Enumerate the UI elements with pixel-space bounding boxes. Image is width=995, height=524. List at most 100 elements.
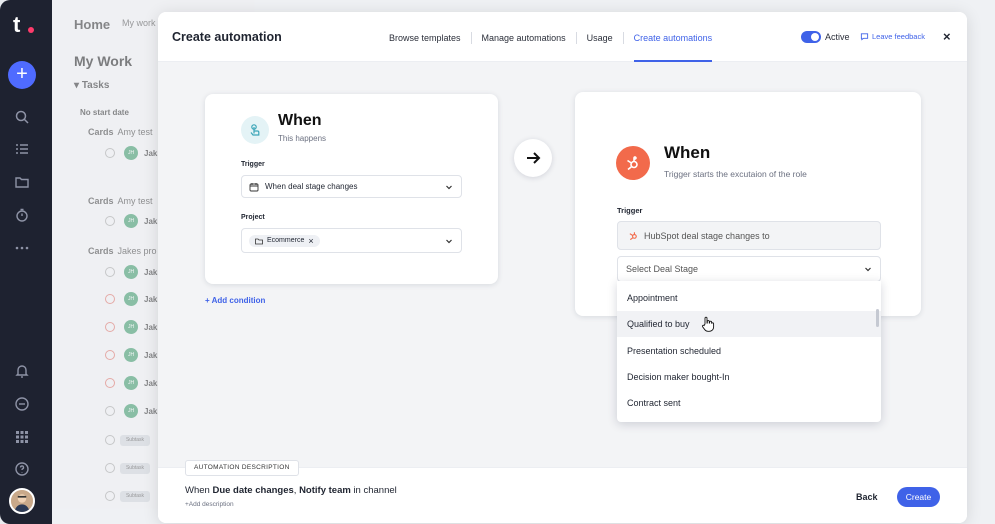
trigger-value: When deal stage changes	[265, 182, 358, 191]
modal-tabs: Browse templates Manage automations Usag…	[379, 32, 723, 62]
chat-icon[interactable]	[14, 396, 30, 412]
check-icon	[105, 463, 115, 473]
check-icon	[105, 406, 115, 416]
chevron-down-icon	[864, 265, 872, 273]
task-name: Jak	[144, 351, 158, 360]
avatar: JH	[124, 292, 138, 306]
folder-icon[interactable]	[14, 174, 30, 190]
left-rail: t +	[0, 0, 52, 524]
project-label: Project	[241, 214, 265, 221]
group-row: Cards Amy test	[88, 196, 153, 206]
task-name: Jak	[144, 407, 158, 416]
active-toggle[interactable]	[801, 31, 821, 43]
avatar: JH	[124, 146, 138, 160]
avatar: JH	[124, 265, 138, 279]
when-subtitle: This happens	[278, 134, 327, 143]
help-icon[interactable]	[14, 461, 30, 477]
trigger-label: Trigger	[241, 161, 265, 168]
group-row: Cards Jakes pro	[88, 246, 157, 256]
my-work-tab: My work	[122, 18, 156, 28]
avatar: JH	[124, 214, 138, 228]
check-icon	[105, 435, 115, 445]
add-button[interactable]: +	[8, 61, 36, 89]
task-name: Jak	[144, 379, 158, 388]
dropdown-option[interactable]: Contract sent	[617, 390, 881, 416]
project-select[interactable]: Ecommerce ×	[241, 228, 462, 253]
app-logo[interactable]: t	[13, 12, 34, 38]
tab-manage-automations[interactable]: Manage automations	[470, 32, 576, 44]
close-button[interactable]: ×	[943, 29, 951, 44]
dropdown-option[interactable]: Decision maker bought-In	[617, 364, 881, 390]
calendar-icon	[249, 182, 259, 191]
arrow-right-icon	[514, 139, 552, 177]
task-name: Jak	[144, 295, 158, 304]
dropdown-option[interactable]: Qualified to buy	[617, 311, 881, 337]
task-name: Jak	[144, 217, 158, 226]
tab-browse-templates[interactable]: Browse templates	[379, 32, 471, 44]
active-label: Active	[825, 32, 850, 42]
hubspot-icon	[629, 232, 637, 241]
no-start-date-label: No start date	[80, 108, 129, 117]
modal-header: Create automation Browse templates Manag…	[158, 12, 967, 62]
timer-icon[interactable]	[14, 207, 30, 223]
group-row: Cards Amy test	[88, 127, 153, 137]
dropdown-scrollbar[interactable]	[876, 309, 879, 327]
check-icon	[105, 216, 115, 226]
hubspot-when-subtitle: Trigger starts the excutaion of the role	[664, 169, 807, 179]
check-icon	[105, 491, 115, 501]
home-heading: Home	[74, 17, 111, 32]
list-icon[interactable]	[14, 141, 30, 157]
check-icon	[105, 350, 115, 360]
automation-description: When Due date changes, Notify team in ch…	[185, 485, 397, 496]
back-button[interactable]: Back	[856, 492, 878, 502]
hubspot-icon	[616, 146, 650, 180]
modal-footer: AUTOMATION DESCRIPTION When Due date cha…	[158, 460, 967, 523]
check-icon	[105, 267, 115, 277]
search-icon[interactable]	[14, 109, 30, 125]
deal-stage-dropdown: Appointment Qualified to buy Presentatio…	[617, 281, 881, 422]
trigger-select[interactable]: When deal stage changes	[241, 175, 462, 198]
subtask-badge: Subtask	[120, 491, 150, 502]
remove-chip-icon[interactable]: ×	[308, 236, 313, 245]
task-name: Jak	[144, 323, 158, 332]
task-name: Jak	[144, 268, 158, 277]
folder-icon	[255, 238, 263, 244]
create-automation-modal: Create automation Browse templates Manag…	[158, 12, 967, 523]
check-icon	[105, 322, 115, 332]
subtask-badge: Subtask	[120, 463, 150, 474]
when-trigger-card: When This happens Trigger When deal stag…	[205, 94, 498, 284]
avatar: JH	[124, 348, 138, 362]
check-icon	[105, 378, 115, 388]
create-button[interactable]: Create	[897, 487, 940, 507]
add-condition-link[interactable]: + Add condition	[205, 296, 265, 305]
dropdown-option[interactable]: Appointment	[617, 285, 881, 311]
tab-create-automations[interactable]: Create automations	[622, 32, 723, 62]
modal-title: Create automation	[172, 30, 282, 44]
automation-description-tag: AUTOMATION DESCRIPTION	[185, 460, 299, 476]
tap-icon	[241, 116, 269, 144]
more-icon[interactable]	[14, 240, 30, 256]
check-icon	[105, 294, 115, 304]
task-name: Jak	[144, 149, 158, 158]
avatar: JH	[124, 376, 138, 390]
chevron-down-icon	[445, 183, 453, 191]
when-title: When	[278, 112, 322, 129]
page-title: My Work	[74, 53, 133, 69]
apps-grid-icon[interactable]	[14, 429, 30, 445]
leave-feedback-link[interactable]: Leave feedback	[860, 32, 925, 41]
tab-usage[interactable]: Usage	[575, 32, 623, 44]
avatar: JH	[124, 320, 138, 334]
deal-stage-select[interactable]: Select Deal Stage	[617, 256, 881, 282]
check-icon	[105, 148, 115, 158]
avatar: JH	[124, 404, 138, 418]
hubspot-when-title: When	[664, 143, 711, 162]
user-avatar[interactable]	[9, 488, 35, 514]
hand-cursor-icon	[701, 316, 715, 332]
subtask-badge: Subtask	[120, 435, 150, 446]
chevron-down-icon	[445, 237, 453, 245]
bell-icon[interactable]	[14, 363, 30, 379]
project-chip: Ecommerce ×	[249, 234, 320, 247]
add-description-link[interactable]: +Add description	[185, 501, 234, 508]
dropdown-option[interactable]: Presentation scheduled	[617, 338, 881, 364]
hubspot-trigger-field: HubSpot deal stage changes to	[617, 221, 881, 250]
